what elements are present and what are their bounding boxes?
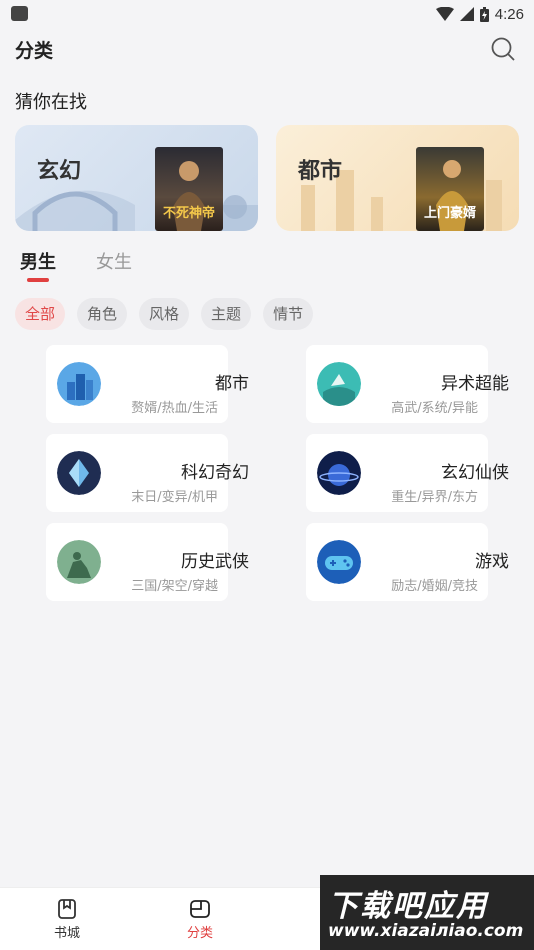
- book-cover: 上门豪婿: [416, 147, 484, 231]
- book-title: 不死神帝: [162, 206, 215, 221]
- nav-label: 书城: [53, 926, 80, 941]
- status-time: 4:26: [494, 5, 524, 23]
- category-tags: 三国/架空/穿越: [131, 579, 218, 594]
- watermark-url: www.xiazaiлiao.com: [328, 921, 524, 941]
- chip-theme[interactable]: 主题: [201, 298, 252, 330]
- city-buildings-icon: [57, 362, 101, 406]
- banner-label: 玄幻: [37, 159, 82, 184]
- section-title-guess: 猜你在找: [15, 92, 87, 113]
- supernatural-icon: [317, 362, 361, 406]
- chip-plot[interactable]: 情节: [263, 298, 314, 330]
- category-card-dushi[interactable]: 都市 赘婿/热血/生活: [46, 345, 249, 423]
- filter-chips: 全部 角色 风格 主题 情节: [15, 298, 314, 330]
- category-card-yishu[interactable]: 异术超能 高武/系统/异能: [306, 345, 509, 423]
- category-tags: 励志/婚姻/竞技: [391, 579, 478, 594]
- category-name: 游戏: [475, 552, 509, 572]
- chip-role[interactable]: 角色: [77, 298, 128, 330]
- fantasy-planet-icon: [317, 451, 361, 495]
- banner-xuanhuan[interactable]: 玄幻 不死神帝: [15, 125, 258, 231]
- search-button[interactable]: [490, 36, 516, 62]
- category-card-youxi[interactable]: 游戏 励志/婚姻/竞技: [306, 523, 509, 601]
- category-card-lishi[interactable]: 历史武侠 三国/架空/穿越: [46, 523, 249, 601]
- banner-label: 都市: [298, 159, 343, 184]
- category-tags: 赘婿/热血/生活: [131, 401, 218, 416]
- signal-icon: [459, 7, 474, 21]
- category-card-kehuan[interactable]: 科幻奇幻 末日/变异/机甲: [46, 434, 249, 512]
- chip-style[interactable]: 风格: [139, 298, 190, 330]
- battery-icon: [479, 6, 489, 22]
- tab-female[interactable]: 女生: [96, 248, 132, 274]
- nav-label: 分类: [186, 926, 213, 941]
- hms-icon: [11, 6, 28, 21]
- nav-bookstore[interactable]: 书城: [37, 898, 97, 941]
- watermark: 下载吧应用 www.xiazaiлiao.com: [320, 875, 534, 950]
- active-tab-indicator: [27, 278, 49, 282]
- bookstore-icon: [58, 899, 76, 919]
- category-name: 历史武侠: [181, 552, 249, 572]
- page-title: 分类: [15, 40, 54, 62]
- crystal-icon: [57, 451, 101, 495]
- status-bar: 4:26: [0, 0, 534, 28]
- category-card-xuanhuan[interactable]: 玄幻仙侠 重生/异界/东方: [306, 434, 509, 512]
- wifi-icon: [435, 7, 454, 21]
- category-tags: 末日/变异/机甲: [131, 490, 218, 505]
- gender-tabs: 男生 女生: [20, 248, 320, 288]
- category-name: 科幻奇幻: [181, 463, 249, 483]
- chip-all[interactable]: 全部: [15, 298, 66, 330]
- tab-male[interactable]: 男生: [20, 248, 56, 274]
- status-icons: 4:26: [435, 4, 524, 24]
- category-tags: 重生/异界/东方: [391, 490, 478, 505]
- header: 分类: [0, 30, 534, 70]
- search-icon: [491, 37, 515, 61]
- category-name: 都市: [215, 374, 249, 394]
- gamepad-icon: [317, 540, 361, 584]
- banner-dushi[interactable]: 都市 上门豪婿: [276, 125, 519, 231]
- soldier-icon: [57, 540, 101, 584]
- nav-category[interactable]: 分类: [170, 898, 230, 941]
- category-name: 玄幻仙侠: [441, 463, 509, 483]
- category-name: 异术超能: [441, 374, 509, 394]
- category-tags: 高武/系统/异能: [391, 401, 478, 416]
- book-title: 上门豪婿: [423, 206, 476, 221]
- category-icon: [190, 900, 210, 918]
- watermark-title: 下载吧应用: [328, 889, 488, 924]
- book-cover: 不死神帝: [155, 147, 223, 231]
